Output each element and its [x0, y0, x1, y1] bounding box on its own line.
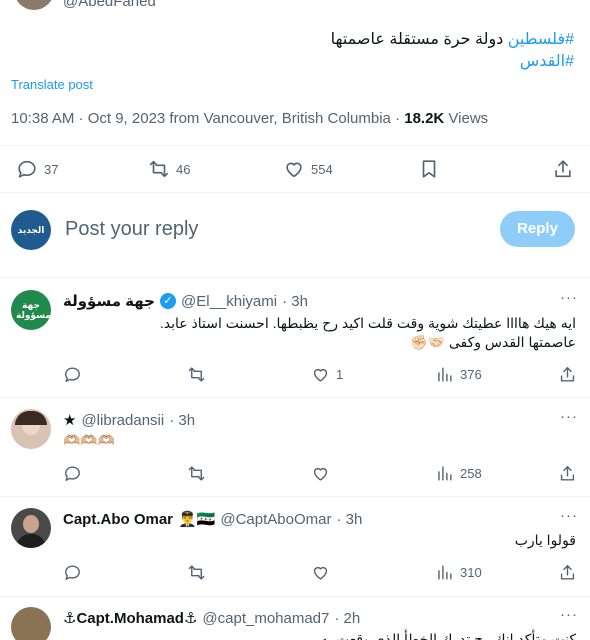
reply4-handle[interactable]: @capt_mohamad7 — [202, 610, 329, 627]
hashtag-palestine[interactable]: #فلسطين — [508, 31, 574, 48]
reply1-more-icon[interactable]: ··· — [560, 289, 578, 306]
reply2-reply-action[interactable] — [63, 464, 82, 483]
reply2-text: 🫶🏼🫶🏼🫶🏼 — [63, 432, 116, 448]
translate-post-link[interactable]: Translate post — [11, 77, 93, 92]
reply3-name[interactable]: Capt.Abo Omar — [63, 511, 173, 528]
tweet-meta: 10:38 AM · Oct 9, 2023 from Vancouver, B… — [11, 110, 488, 127]
reply1-avatar-text: جهة مسؤولة — [16, 300, 51, 320]
reply1-avatar[interactable]: جهة مسؤولة — [11, 290, 51, 330]
reply2-views-action[interactable]: 258 — [435, 464, 482, 483]
reply-icon — [63, 563, 82, 582]
reply3-like-action[interactable] — [311, 563, 330, 582]
reply1-text-line2: عاصمتها القدس وكفى 🤝🏻✊🏻 — [410, 334, 576, 350]
reply1-views-action[interactable]: 376 — [435, 365, 482, 384]
reply1-handle[interactable]: @El__khiyami — [181, 293, 277, 310]
tweet-text-line1: #فلسطين دولة حرة مستقلة عاصمتها — [331, 29, 574, 51]
reply2-header: ★ @libradansii · 3h — [63, 411, 195, 430]
reply4-header: ⚓Capt.Mohamad⚓ @capt_mohamad7 · 2h — [63, 609, 360, 628]
analytics-icon — [435, 365, 454, 384]
reply3-repost-action[interactable] — [187, 563, 206, 582]
share-action[interactable] — [552, 158, 574, 180]
reply1-like-count: 1 — [336, 367, 344, 382]
reply-icon — [63, 464, 82, 483]
reply3-views-count: 310 — [460, 565, 482, 580]
share-icon — [558, 464, 577, 483]
reply1-reply-action[interactable] — [63, 365, 82, 384]
reply1-header: جهة مسؤولة ✓ @El__khiyami · 3h — [63, 292, 308, 311]
hashtag-jerusalem[interactable]: #القدس — [520, 53, 574, 70]
bookmark-icon — [418, 158, 440, 180]
reply4-time[interactable]: · 2h — [334, 610, 360, 627]
reply1-share-action[interactable] — [558, 365, 577, 384]
reply-icon — [63, 365, 82, 384]
heart-icon — [283, 158, 305, 180]
reply2-views-count: 258 — [460, 466, 482, 481]
reply2-share-action[interactable] — [558, 464, 577, 483]
views-count: 18.2K — [404, 110, 445, 127]
tweet-timestamp[interactable]: 10:38 AM · Oct 9, 2023 from Vancouver, B… — [11, 110, 404, 127]
repost-icon — [148, 158, 170, 180]
reply4-name[interactable]: ⚓Capt.Mohamad⚓ — [63, 609, 197, 627]
reply4-avatar[interactable] — [11, 607, 51, 640]
reply1-name[interactable]: جهة مسؤولة — [63, 292, 155, 310]
reply3-avatar[interactable] — [11, 508, 51, 548]
reply2-repost-action[interactable] — [187, 464, 206, 483]
reply-input[interactable]: Post your reply — [65, 218, 465, 241]
analytics-icon — [435, 563, 454, 582]
reply3-reply-action[interactable] — [63, 563, 82, 582]
like-action[interactable]: 554 — [283, 158, 333, 180]
reply-button[interactable]: Reply — [500, 211, 575, 247]
repost-count: 46 — [176, 161, 191, 177]
repost-action[interactable]: 46 — [148, 158, 190, 180]
reply2-avatar[interactable] — [11, 409, 51, 449]
reply3-handle[interactable]: @CaptAboOmar — [220, 511, 331, 528]
reply3-share-action[interactable] — [558, 563, 577, 582]
tweet-text-line2: #القدس — [520, 51, 574, 73]
reply3-name-emoji: 👨‍✈️🇸🇾 — [178, 511, 216, 528]
repost-icon — [187, 464, 206, 483]
views-label: Views — [444, 110, 489, 127]
reply2-more-icon[interactable]: ··· — [560, 408, 578, 425]
bookmark-action[interactable] — [418, 158, 440, 180]
reply3-views-action[interactable]: 310 — [435, 563, 482, 582]
reply3-text: قولوا يارب — [514, 532, 576, 548]
author-avatar[interactable] — [14, 0, 54, 10]
heart-icon — [311, 464, 330, 483]
author-handle[interactable]: @AbedFahed — [63, 0, 156, 10]
verified-badge-icon: ✓ — [160, 293, 176, 309]
reply3-time[interactable]: · 3h — [336, 511, 362, 528]
composer-avatar-text: الجديد — [17, 224, 45, 235]
composer-avatar[interactable]: الجديد — [11, 210, 51, 250]
reply2-time[interactable]: · 3h — [169, 412, 195, 429]
reply2-name[interactable]: ★ — [63, 411, 76, 429]
reply2-handle[interactable]: @libradansii — [81, 412, 164, 429]
analytics-icon — [435, 464, 454, 483]
reply-action[interactable]: 37 — [16, 158, 58, 180]
reply3-header: Capt.Abo Omar 👨‍✈️🇸🇾 @CaptAboOmar · 3h — [63, 510, 362, 529]
like-count: 554 — [311, 161, 333, 177]
repost-icon — [187, 365, 206, 384]
reply4-more-icon[interactable]: ··· — [560, 606, 578, 623]
reply1-text-line1: ايه هيك هاااا عطيتك شوية وقت قلت اكيد رح… — [159, 315, 576, 331]
reply1-repost-action[interactable] — [187, 365, 206, 384]
share-icon — [558, 563, 577, 582]
heart-icon — [311, 563, 330, 582]
reply-icon — [16, 158, 38, 180]
tweet-text: دولة حرة مستقلة عاصمتها — [330, 31, 508, 48]
reply1-views-count: 376 — [460, 367, 482, 382]
reply1-time[interactable]: · 3h — [282, 293, 308, 310]
reply3-more-icon[interactable]: ··· — [560, 507, 578, 524]
reply-count: 37 — [44, 161, 59, 177]
reply2-like-action[interactable] — [311, 464, 330, 483]
repost-icon — [187, 563, 206, 582]
reply4-text: كنت متأكد انك رح تدرك الخطأ الذي وقعت به — [320, 631, 576, 640]
heart-icon — [311, 365, 330, 384]
share-icon — [552, 158, 574, 180]
reply1-like-action[interactable]: 1 — [311, 365, 343, 384]
share-icon — [558, 365, 577, 384]
